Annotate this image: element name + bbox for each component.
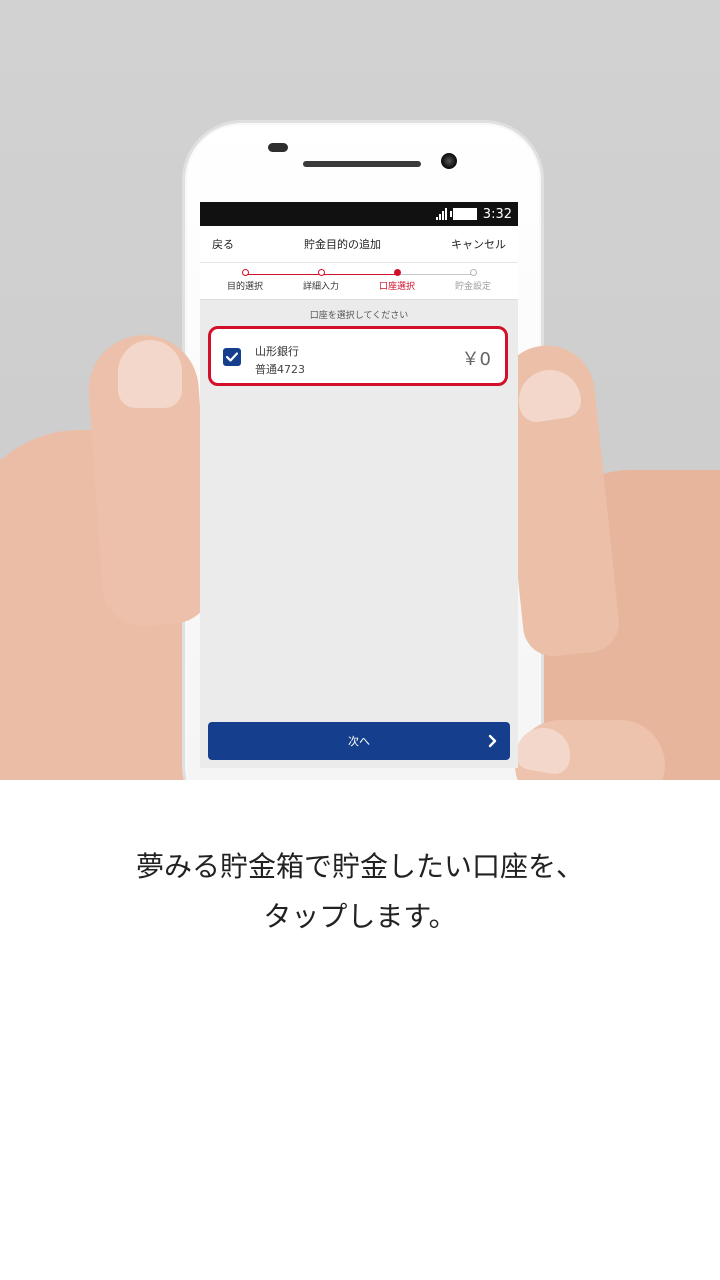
- step-dot-current: [393, 269, 401, 276]
- account-item[interactable]: 山形銀行 普通4723 ￥0: [208, 326, 508, 386]
- step-savings: 貯金設定: [443, 269, 503, 292]
- next-button-label: 次へ: [348, 735, 370, 748]
- left-thumb-nail: [118, 340, 182, 408]
- step-label: 目的選択: [226, 282, 263, 292]
- caption-line-1: 夢みる貯金箱で貯金したい口座を、: [135, 850, 584, 883]
- step-label: 詳細入力: [302, 282, 339, 292]
- phone-sensor: [268, 143, 288, 152]
- step-dot-done: [317, 269, 325, 276]
- caption-line-2: タップします。: [263, 900, 457, 933]
- cancel-button[interactable]: キャンセル: [451, 236, 506, 252]
- step-details: 詳細入力: [291, 269, 351, 292]
- next-button[interactable]: 次へ: [208, 722, 510, 760]
- signal-icon: [435, 208, 447, 220]
- checkmark-icon: [226, 352, 238, 362]
- step-account: 口座選択: [367, 269, 427, 292]
- step-dot-done: [241, 269, 249, 276]
- progress-stepper: 目的選択 詳細入力 口座選択 貯金設定: [200, 263, 518, 300]
- phone-speaker: [303, 161, 421, 167]
- step-label-current: 口座選択: [378, 282, 415, 292]
- step-label: 貯金設定: [454, 282, 491, 292]
- instruction-text: 口座を選択してください: [309, 311, 409, 321]
- phone-brand-logo: [332, 766, 382, 782]
- camera-icon: [441, 153, 457, 169]
- account-number: 普通4723: [255, 363, 305, 376]
- nav-bar: 戻る 貯金目的の追加 キャンセル: [200, 226, 518, 263]
- bank-name: 山形銀行: [255, 345, 299, 358]
- step-dot-pending: [469, 269, 477, 276]
- step-purpose: 目的選択: [215, 269, 275, 292]
- status-bar: 3:32: [200, 202, 518, 226]
- battery-icon: [449, 208, 477, 220]
- caption: 夢みる貯金箱で貯金したい口座を、 タップします。: [0, 842, 720, 942]
- status-time: 3:32: [482, 206, 512, 222]
- page-title: 貯金目的の追加: [304, 238, 381, 251]
- back-button[interactable]: 戻る: [212, 236, 234, 252]
- phone-screen: 3:32 戻る 貯金目的の追加 キャンセル 目的選択 詳細入力 口座選択 貯金設…: [200, 202, 518, 768]
- chevron-right-icon: [488, 734, 497, 748]
- account-balance: ￥0: [461, 349, 491, 370]
- account-checkbox[interactable]: [223, 348, 241, 366]
